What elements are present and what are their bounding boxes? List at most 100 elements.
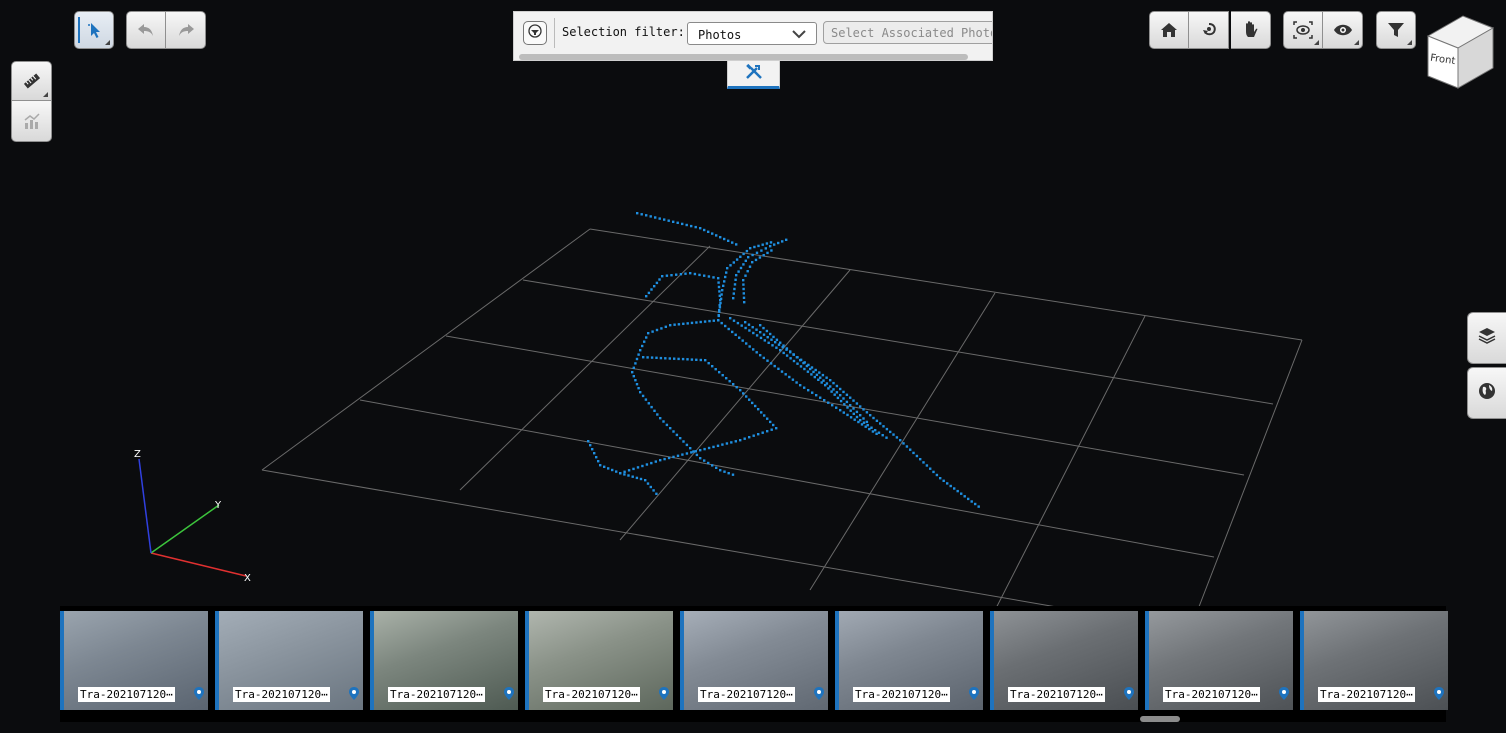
layers-panel-tab[interactable] [1467, 312, 1506, 364]
measure-button[interactable] [11, 61, 52, 101]
location-pin-icon[interactable] [349, 685, 359, 704]
photo-thumbnail[interactable]: Tra-202107120⋯ [1145, 611, 1293, 710]
trajectory-point [849, 416, 853, 419]
trajectory-point [707, 446, 711, 450]
trajectory-point [833, 393, 836, 396]
focus-button[interactable] [1283, 11, 1323, 49]
trajectory-point [693, 272, 697, 276]
profile-button[interactable] [11, 101, 52, 142]
trajectory-point [715, 466, 718, 469]
photo-thumbnail[interactable]: Tra-202107120⋯ [1300, 611, 1448, 710]
trajectory-point [754, 258, 758, 262]
trajectory-point [781, 240, 784, 243]
photo-thumbnail[interactable]: Tra-202107120⋯ [835, 611, 983, 710]
trajectory-point [751, 253, 754, 257]
trajectory-point [925, 464, 929, 467]
location-pin-icon[interactable] [969, 685, 979, 704]
trajectory-point [690, 451, 693, 454]
photo-strip: Tra-202107120⋯ Tra-202107120⋯ Tra-20210712… [60, 606, 1448, 722]
trajectory-point [665, 274, 669, 277]
trajectory-point [762, 356, 765, 360]
view-cube[interactable]: Front [1425, 14, 1497, 90]
trajectory-point [784, 373, 787, 376]
trajectory-point [661, 275, 664, 278]
orbit-button[interactable] [1189, 11, 1229, 49]
trajectory-point [829, 379, 832, 382]
select-associated-photos-button[interactable]: Select Associated Photos [823, 21, 992, 44]
location-pin-icon[interactable] [1279, 685, 1289, 704]
trajectory-point [655, 492, 658, 495]
trajectory-point [765, 329, 769, 333]
trajectory-point [654, 460, 657, 463]
filter-bar-scrollbar[interactable] [519, 54, 968, 60]
trajectory-point [718, 304, 721, 307]
photo-thumbnail[interactable]: Tra-202107120⋯ [370, 611, 518, 710]
filter-toggle-button[interactable] [523, 21, 547, 45]
trajectory-point [732, 292, 735, 295]
trajectory-point [839, 409, 842, 412]
trajectory-point [892, 433, 895, 436]
photo-thumbnail[interactable]: Tra-202107120⋯ [680, 611, 828, 710]
undo-button[interactable] [126, 11, 166, 49]
trajectory-point [653, 409, 656, 412]
trajectory-point [669, 427, 672, 430]
photo-thumbnail[interactable]: Tra-202107120⋯ [990, 611, 1138, 710]
trajectory-point [739, 266, 743, 270]
filter-button[interactable] [1376, 11, 1416, 49]
trajectory-point [676, 454, 680, 457]
trajectory-point [645, 336, 648, 339]
trajectory-point [871, 430, 875, 433]
trajectory-point [682, 440, 685, 443]
trajectory-point [723, 237, 726, 241]
photo-strip-scrollbar[interactable] [1140, 716, 1180, 722]
location-pin-icon[interactable] [504, 685, 514, 704]
location-pin-icon[interactable] [814, 685, 824, 704]
trajectory-point [909, 448, 912, 451]
photo-thumbnail[interactable]: Tra-202107120⋯ [60, 611, 208, 710]
location-pin-icon[interactable] [659, 685, 669, 704]
tools-tab[interactable] [727, 61, 780, 89]
trajectory-point [846, 413, 849, 417]
trajectory-point [963, 495, 966, 498]
trajectory-point [769, 332, 772, 336]
home-button[interactable] [1149, 11, 1189, 49]
photo-thumbnail[interactable]: Tra-202107120⋯ [215, 611, 363, 710]
photo-thumbnail[interactable]: Tra-202107120⋯ [525, 611, 673, 710]
trajectory-point [835, 384, 839, 388]
trajectory-point [777, 241, 780, 245]
trajectory-point [642, 356, 645, 359]
redo-icon [176, 22, 196, 38]
location-pin-icon[interactable] [1434, 685, 1444, 704]
trajectory-point [757, 244, 760, 248]
location-pin-icon[interactable] [194, 685, 204, 704]
globe-panel-tab[interactable] [1467, 367, 1506, 419]
location-pin-icon[interactable] [1124, 685, 1134, 704]
trajectory-point [753, 245, 756, 249]
trajectory-point [770, 338, 773, 341]
trajectory-point [751, 401, 754, 405]
trajectory-point [819, 396, 822, 399]
trajectory-point [809, 367, 812, 371]
trajectory-point [732, 297, 735, 300]
visibility-button[interactable] [1323, 11, 1363, 49]
trajectory-point [842, 397, 845, 400]
select-tool-button[interactable] [74, 11, 114, 49]
trajectory-point [735, 258, 739, 261]
trajectory-point [639, 391, 642, 394]
trajectory-point [644, 479, 647, 482]
trajectory-point [825, 376, 828, 379]
trajectory-point [761, 243, 764, 246]
trajectory-point [912, 451, 915, 455]
selection-filter-dropdown[interactable]: Photos [687, 22, 817, 45]
trajectory-point [681, 357, 685, 361]
trajectory-point [970, 500, 973, 503]
trajectory-point [635, 383, 639, 386]
trajectory-point [655, 281, 659, 285]
trajectory-point [751, 326, 754, 329]
trajectory-point [742, 296, 746, 299]
pan-button[interactable] [1231, 11, 1271, 49]
trajectory-point [641, 394, 645, 398]
trajectory-point [707, 461, 710, 465]
redo-button[interactable] [166, 11, 206, 49]
trajectory-point [795, 381, 798, 384]
